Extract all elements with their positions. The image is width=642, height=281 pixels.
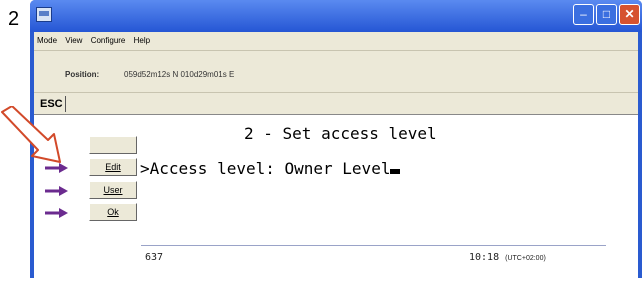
menu-view[interactable]: View (62, 32, 85, 45)
menu-configure[interactable]: Configure (88, 32, 129, 45)
arrow-right-icon (45, 208, 68, 218)
app-icon (36, 7, 52, 22)
ok-button[interactable]: Ok (89, 203, 137, 221)
status-timezone: (UTC+02:00) (505, 255, 546, 262)
edit-button[interactable]: Edit (89, 158, 137, 176)
status-clock: 10:18 (UTC+02:00) (469, 252, 546, 263)
minimize-button[interactable]: – (573, 4, 594, 25)
text-cursor (390, 169, 401, 174)
position-value: 059d52m12s N 010d29m01s E (124, 70, 235, 79)
window-body: Mode View Configure Help Position: 059d5… (34, 32, 638, 279)
user-button[interactable]: User (89, 181, 137, 199)
status-code: 637 (145, 252, 164, 263)
step-number: 2 (8, 8, 20, 30)
screen-title: 2 - Set access level (244, 124, 437, 143)
app-window: – □ ✕ Mode View Configure Help Position:… (30, 0, 642, 279)
menu-bar: Mode View Configure Help (34, 32, 638, 50)
status-divider (141, 245, 606, 246)
maximize-button[interactable]: □ (596, 4, 617, 25)
arrow-right-icon (45, 186, 68, 196)
callout-arrow-icon (1, 106, 61, 163)
menu-mode[interactable]: Mode (34, 32, 60, 45)
position-label: Position: (65, 70, 100, 79)
title-bar: – □ ✕ (30, 0, 642, 32)
position-row: Position: 059d52m12s N 010d29m01s E (34, 50, 638, 93)
display-panel: Edit User Ok 2 - Set access level >Acces… (34, 114, 638, 279)
status-time: 10:18 (469, 252, 500, 263)
blank-softkey-button[interactable] (89, 136, 137, 154)
access-level-line: >Access level: Owner Level (140, 159, 401, 178)
esc-bar: ESC (34, 92, 638, 115)
menu-help[interactable]: Help (131, 32, 153, 45)
access-level-text: >Access level: Owner Level (140, 159, 391, 178)
close-button[interactable]: ✕ (619, 4, 640, 25)
